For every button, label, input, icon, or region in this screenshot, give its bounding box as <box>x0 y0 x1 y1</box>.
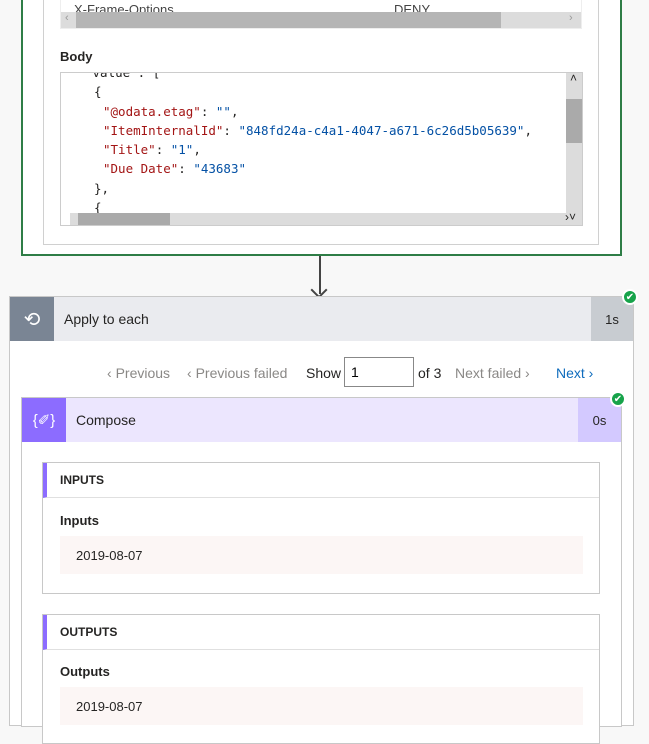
scroll-left-icon[interactable]: ‹ <box>65 12 69 24</box>
code-token: "43683" <box>193 161 247 177</box>
loop-icon: ⟲ <box>10 297 54 341</box>
code-token: "" <box>215 103 231 119</box>
code-line: }, <box>61 179 566 198</box>
code-token: : <box>223 122 239 138</box>
compose-header[interactable]: {✐} Compose 0s <box>22 398 621 442</box>
success-check-icon: ✔ <box>622 289 638 305</box>
success-check-icon: ✔ <box>610 391 626 407</box>
code-token: , <box>230 103 239 119</box>
scroll-right-icon[interactable]: › <box>569 12 573 24</box>
code-token: , <box>524 122 532 138</box>
code-token: "Due Date" <box>103 161 179 177</box>
next-failed-button[interactable]: Next failed › <box>455 365 530 381</box>
body-label: Body <box>60 49 93 64</box>
scroll-up-icon[interactable]: ˄ <box>570 73 577 85</box>
iteration-count: of 3 <box>418 365 442 381</box>
code-token: "value": [ <box>85 72 161 80</box>
apply-to-each-title: Apply to each <box>64 311 149 327</box>
inputs-section: INPUTS Inputs 2019-08-07 <box>42 462 600 594</box>
code-token: }, <box>94 180 110 196</box>
code-token: : <box>200 103 216 119</box>
code-token: : <box>178 161 194 177</box>
scroll-thumb[interactable] <box>566 99 582 143</box>
code-token: : <box>155 142 171 158</box>
code-line: "Title": "1", <box>61 140 566 159</box>
compose-icon: {✐} <box>22 398 66 442</box>
scroll-thumb[interactable] <box>78 213 170 225</box>
code-token: "Title" <box>103 142 156 158</box>
compose-title: Compose <box>76 412 136 428</box>
previous-button[interactable]: ‹ Previous <box>107 365 170 381</box>
code-line: "ItemInternalId": "848fd24a-c4a1-4047-a6… <box>61 121 566 140</box>
code-line: "@odata.etag": "", <box>61 102 566 121</box>
code-token: "ItemInternalId" <box>103 122 224 138</box>
code-token: { <box>94 84 102 100</box>
vertical-scrollbar[interactable]: ˄ <box>566 73 582 213</box>
code-token: "@odata.etag" <box>103 103 201 119</box>
scroll-thumb[interactable] <box>76 12 501 28</box>
body-code-viewer[interactable]: "value": [{"@odata.etag": "", "ItemIntern… <box>60 72 583 226</box>
previous-failed-button[interactable]: ‹ Previous failed <box>187 365 287 381</box>
show-label: Show <box>306 365 342 381</box>
headers-table: X-Frame-Options DENY ‹ › <box>60 0 582 29</box>
inputs-section-header: INPUTS <box>43 463 599 498</box>
next-button[interactable]: Next › <box>556 365 593 381</box>
code-line: { <box>61 82 566 101</box>
outputs-section-header: OUTPUTS <box>43 615 599 650</box>
code-token: "1" <box>170 142 194 158</box>
outputs-value: 2019-08-07 <box>60 687 583 725</box>
iteration-input[interactable] <box>344 357 414 387</box>
outputs-section: OUTPUTS Outputs 2019-08-07 <box>42 614 600 744</box>
apply-to-each-header[interactable]: ⟲ Apply to each 1s <box>10 297 633 341</box>
code-line: "value": [ <box>61 72 566 82</box>
code-token: , <box>193 142 201 158</box>
scroll-down-icon[interactable]: ›˅ <box>565 210 576 224</box>
inputs-label: Inputs <box>60 513 99 528</box>
code-token: "848fd24a-c4a1-4047-a671-6c26d5b05639" <box>238 122 525 138</box>
horizontal-scrollbar[interactable]: ‹ › <box>61 12 581 28</box>
inputs-value: 2019-08-07 <box>60 536 583 574</box>
horizontal-scrollbar[interactable]: ›˅ <box>70 210 582 225</box>
code-line: "Due Date": "43683" <box>61 159 566 178</box>
iteration-pager: ‹ Previous ‹ Previous failed Show of 3 N… <box>0 357 649 387</box>
outputs-label: Outputs <box>60 664 110 679</box>
